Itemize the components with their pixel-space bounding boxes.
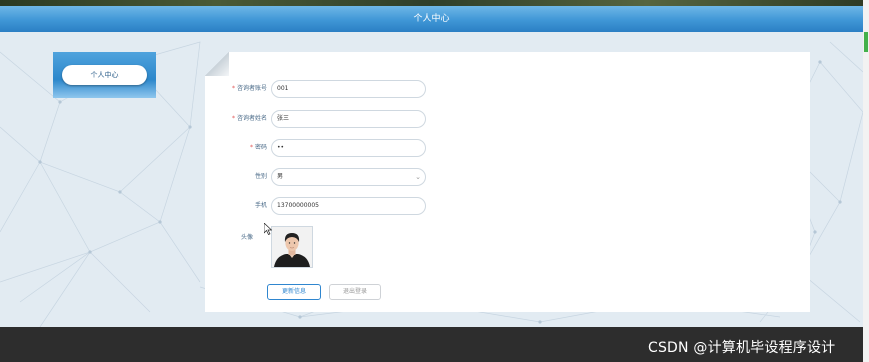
required-mark: * <box>231 115 235 122</box>
scrollbar-thumb[interactable] <box>864 32 868 52</box>
gender-select[interactable]: 男 ⌄ <box>271 168 426 186</box>
phone-row: 手机 13700000005 <box>205 197 465 215</box>
profile-card: *咨询者账号 001 *咨询者姓名 张三 *密码 •• 性别 男 ⌄ 手机 <box>205 52 810 312</box>
password-value: •• <box>277 144 285 151</box>
account-value: 001 <box>277 85 289 92</box>
vertical-scrollbar[interactable] <box>863 0 869 362</box>
required-mark: * <box>249 144 253 151</box>
name-label: * 咨询者姓名 <box>232 110 267 128</box>
sidebar-item-label: 个人中心 <box>90 71 119 79</box>
password-input[interactable]: •• <box>271 139 426 157</box>
chevron-down-icon: ⌄ <box>415 173 421 181</box>
name-row: * 咨询者姓名 张三 <box>205 110 465 128</box>
name-input[interactable]: 张三 <box>271 110 426 128</box>
update-info-button[interactable]: 更新信息 <box>267 284 321 300</box>
account-label: * 咨询者账号 <box>232 80 267 98</box>
main-area: 个人中心 *咨询者账号 001 *咨询者姓名 张三 *密码 •• 性别 男 <box>0 32 863 327</box>
phone-value: 13700000005 <box>277 202 319 209</box>
sidebar-item-personal-center[interactable]: 个人中心 <box>62 65 147 85</box>
password-label-text: 密码 <box>254 144 267 151</box>
password-row: * 密码 •• <box>205 139 465 157</box>
name-value: 张三 <box>277 115 290 122</box>
phone-input[interactable]: 13700000005 <box>271 197 426 215</box>
avatar-image <box>272 227 312 267</box>
logout-button[interactable]: 退出登录 <box>329 284 381 300</box>
page-header: 个人中心 <box>0 6 863 32</box>
phone-label: 手机 <box>254 202 267 209</box>
gender-row: 性别 男 ⌄ <box>205 168 465 186</box>
page-curl-decoration <box>205 52 229 76</box>
sidebar: 个人中心 <box>53 52 156 98</box>
account-label-text: 咨询者账号 <box>236 85 267 92</box>
app-window: 个人中心 个人中心 * 咨询者账号 001 * 咨询者姓名 张三 * 密码 ••… <box>0 0 863 362</box>
gender-label: 性别 <box>254 173 267 180</box>
gender-value: 男 <box>277 173 284 180</box>
avatar-row: 头像 <box>205 229 465 247</box>
account-row: * 咨询者账号 001 <box>205 80 465 98</box>
password-label: * 密码 <box>250 139 267 157</box>
name-label-text: 咨询者姓名 <box>236 115 267 122</box>
avatar-upload[interactable] <box>271 226 313 268</box>
mouse-cursor-icon <box>264 223 272 235</box>
avatar-label: 头像 <box>240 234 253 241</box>
watermark-text: CSDN @计算机毕设程序设计 <box>648 340 836 356</box>
account-input[interactable]: 001 <box>271 80 426 98</box>
required-mark: * <box>231 85 235 92</box>
page-title: 个人中心 <box>413 14 450 24</box>
